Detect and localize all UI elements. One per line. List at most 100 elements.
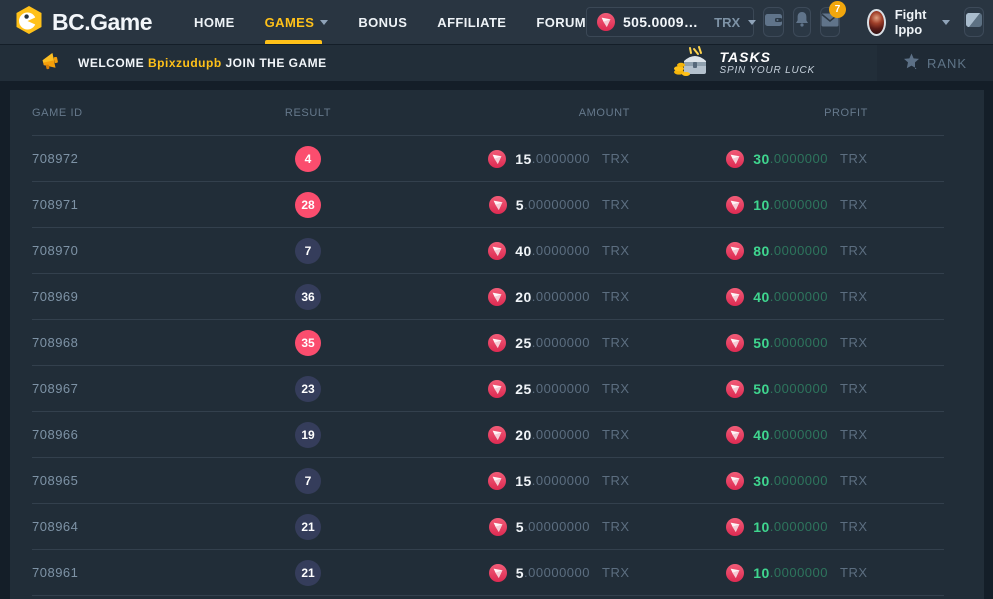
nav-item-home[interactable]: HOME [194,0,235,44]
tasks-link[interactable]: TASKS SPIN YOUR LUCK [672,45,815,82]
profit-dec: .0000000 [770,289,828,304]
result-badge: 23 [295,376,321,402]
profit-int: 80 [753,243,770,259]
amount-int: 5 [516,519,524,535]
amount-dec: .00000000 [524,519,590,534]
amount-cell: 5.00000000TRX [388,518,630,536]
currency-label: TRX [840,289,868,304]
result-badge: 21 [295,560,321,586]
trx-coin-icon [726,334,744,352]
amount-cell: 20.0000000TRX [388,426,630,444]
table-row[interactable]: 708964 21 5.00000000TRX [32,504,944,550]
result-cell: 4 [228,146,388,172]
result-cell: 7 [228,238,388,264]
chat-icon [965,12,983,33]
result-badge: 36 [295,284,321,310]
amount-dec: .0000000 [532,151,590,166]
nav-item-label: BONUS [358,15,407,30]
trx-coin-icon [726,380,744,398]
table-row[interactable]: 708969 36 20 .0000000 TRX [32,274,944,320]
table-row[interactable]: 708971 28 5.00000000TRX [32,182,944,228]
main-nav: HOME GAMES BONUS AFFILIATE FORUM [194,0,586,44]
amount-cell: 25.0000000TRX [388,334,630,352]
trx-coin-icon [488,288,506,306]
trx-coin-icon [726,518,744,536]
table-row[interactable]: 708968 35 25.0000000TRX [32,320,944,366]
amount-cell: 15.0000000TRX [388,150,630,168]
trx-coin-icon [488,242,506,260]
result-badge: 21 [295,514,321,540]
currency-label: TRX [602,335,630,350]
profit-cell: 80.0000000 TRX [630,242,868,260]
chat-toggle-button[interactable] [964,7,984,37]
table-row[interactable]: 708970 7 40.0000000TRX [32,228,944,274]
trx-coin-icon [488,150,506,168]
treasure-chest-icon [672,45,712,82]
chevron-down-icon [942,20,950,25]
game-id-cell: 708969 [32,289,228,304]
result-badge: 4 [295,146,321,172]
currency-label: TRX [840,243,868,258]
nav-item-label: GAMES [265,15,315,30]
logo[interactable]: BC.Game [14,5,152,40]
currency-label: TRX [602,197,630,212]
currency-label: TRX [840,565,868,580]
mail-button[interactable]: 7 [820,7,840,37]
currency-label: TRX [602,473,630,488]
nav-item-forum[interactable]: FORUM [536,0,586,44]
result-cell: 35 [228,330,388,356]
game-id-cell: 708970 [32,243,228,258]
nav-item-label: FORUM [536,15,586,30]
profit-int: 50 [753,381,770,397]
game-id-cell: 708965 [32,473,228,488]
table-row[interactable]: 708967 23 25.0000000TRX [32,366,944,412]
game-id-cell: 708967 [32,381,228,396]
nav-item-bonus[interactable]: BONUS [358,0,407,44]
profit-dec: .0000000 [770,473,828,488]
chevron-down-icon [320,20,328,25]
trx-coin-icon [726,288,744,306]
table-row[interactable]: 708961 21 5.00000000TRX [32,550,944,596]
balance-currency: TRX [714,15,740,30]
tasks-subtitle: SPIN YOUR LUCK [720,65,815,77]
nav-item-games[interactable]: GAMES [265,0,329,44]
profit-dec: .0000000 [770,335,828,350]
bets-table-body: 708972 4 15.0000000TRX [32,136,944,596]
table-row[interactable]: 708965 7 15.0000000TRX [32,458,944,504]
amount-dec: .0000000 [532,335,590,350]
result-cell: 21 [228,560,388,586]
balance-selector[interactable]: 505.0009… TRX [586,7,754,37]
profit-dec: .0000000 [770,565,828,580]
wallet-button[interactable] [763,7,784,37]
profit-int: 10 [753,565,770,581]
amount-int: 20 [515,289,532,305]
result-badge: 28 [295,192,321,218]
user-menu[interactable]: Fight Ippo [867,7,950,37]
nav-item-affiliate[interactable]: AFFILIATE [437,0,506,44]
currency-label: TRX [602,381,630,396]
result-cell: 28 [228,192,388,218]
table-row[interactable]: 708966 19 20.0000000TRX [32,412,944,458]
table-row[interactable]: 708972 4 15.0000000TRX [32,136,944,182]
currency-label: TRX [840,427,868,442]
amount-int: 5 [516,565,524,581]
trx-coin-icon [726,242,744,260]
profit-dec: .0000000 [770,519,828,534]
welcome-message: WELCOME Bpixzudupb JOIN THE GAME [78,56,327,70]
chevron-down-icon [748,20,756,25]
announcement-banner: WELCOME Bpixzudupb JOIN THE GAME TASKS S… [0,45,993,81]
amount-dec: .0000000 [532,473,590,488]
notifications-button[interactable] [793,7,811,37]
rank-link[interactable]: RANK [877,45,993,81]
currency-label: TRX [840,151,868,166]
amount-int: 5 [516,197,524,213]
amount-int: 15 [515,473,532,489]
profit-cell: 10.0000000 TRX [630,564,868,582]
trx-coin-icon [726,564,744,582]
amount-cell: 5.00000000TRX [388,196,630,214]
tasks-title: TASKS [720,49,815,65]
profit-dec: .0000000 [770,243,828,258]
trx-coin-icon [488,334,506,352]
amount-cell: 5.00000000TRX [388,564,630,582]
currency-label: TRX [602,427,630,442]
